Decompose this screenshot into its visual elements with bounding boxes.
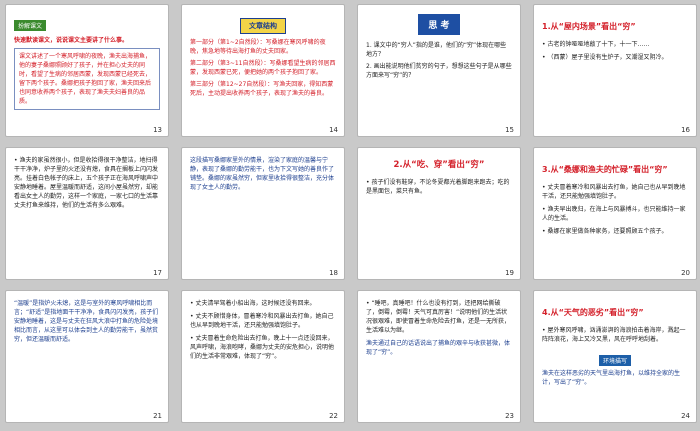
slide-18[interactable]: 这段描写桑娜家里外的情景，渲染了家庭的温馨与宁静，表现了桑娜的勤劳能干，也为下文… <box>181 147 345 280</box>
slide-13[interactable]: 扮解课文 快速默读课文，说说课文主要讲了什么事。 课文讲述了一个寒风呼啸的夜晚，… <box>5 4 169 137</box>
slide-16[interactable]: 1.从“屋内场景”看出“穷” • 古老的钟哑哑地敲了十下，十一下…… • （西蒙… <box>533 4 697 137</box>
slide-text: “温暖”是指炉火未熄，这是与室外的寒风呼啸相比而言；“舒适”是指地面干干净净，食… <box>14 300 159 343</box>
slide-number: 22 <box>329 412 338 420</box>
slide-number: 15 <box>505 126 514 134</box>
bullet-1: • 古老的钟哑哑地敲了十下，十一下…… <box>542 41 650 48</box>
slide-15[interactable]: 思 考 1. 课文中的“穷人”指的是谁，他们的“穷”体现在哪些地方？ 2. 画出… <box>357 4 521 137</box>
question-2: 2. 画出能说明他们贫穷的句子，想想这些句子是从哪些方面来写“穷”的？ <box>366 63 512 79</box>
slide-number: 24 <box>681 412 690 420</box>
slide-number: 14 <box>329 126 338 134</box>
env-tag: 环境描写 <box>598 355 631 366</box>
section-2: 第二部分（第3~11自然段）：写桑娜看望生病的邻居西蒙，发现西蒙已死，便把她的两… <box>190 60 336 76</box>
slide-title: 文章结构 <box>240 18 286 34</box>
bullet-1: • 屋外寒风呼啸，汹涌澎湃的海浪拍击着海岸，溅起一阵阵浪花，海上又冷又黑，风在呼… <box>542 327 686 343</box>
bullet-1: • 丈夫冒着寒冷和风暴出去打鱼，她自己也从早到晚地干活，还只能勉强填饱肚子。 <box>542 184 686 200</box>
slide-title: 4.从“天气的恶劣”看出“穷” <box>542 308 644 317</box>
bullet-2: • 丈夫不顾惜身体，冒着寒冷和风暴出去打鱼，她自己也从早到晚地干活，还只能勉强填… <box>190 313 334 329</box>
slide-title: 3.从“桑娜和渔夫的忙碌”看出“穷” <box>542 165 668 174</box>
section-3: 第三部分（第12~27自然段）：写渔夫回家，得知西蒙死后，主动提出收养两个孩子，… <box>190 81 334 97</box>
slide-23[interactable]: • “睡吧，真睡吧！什么也没有打到，还把网给撕破了，倒霉，倒霉！天气可真厉害！”… <box>357 290 521 423</box>
slide-number: 23 <box>505 412 514 420</box>
slide-17[interactable]: • 渔夫的家虽然很小，但是收拾得很干净整洁，地扫得干干净净，炉子里的火还没有熄，… <box>5 147 169 280</box>
bullet-1: • 丈夫清早驾着小船出海，这时候还没有回来。 <box>190 300 316 307</box>
slide-number: 16 <box>681 126 690 134</box>
summary-box: 课文讲述了一个寒风呼啸的夜晚，渔夫出海捕鱼，他的妻子桑娜照顾好了孩子，并在担心丈… <box>14 48 160 110</box>
slide-22[interactable]: • 丈夫清早驾着小船出海，这时候还没有回来。 • 丈夫不顾惜身体，冒着寒冷和风暴… <box>181 290 345 423</box>
slide-grid: 扮解课文 快速默读课文，说说课文主要讲了什么事。 课文讲述了一个寒风呼啸的夜晚，… <box>0 0 700 431</box>
bullet-3: • 桑娜在家里做各种家务，还要照顾五个孩子。 <box>542 228 668 235</box>
slide-title: 1.从“屋内场景”看出“穷” <box>542 22 636 31</box>
slide-extra: 渔夫通过自己的话语说出了捕鱼的艰辛与收获甚微，体现了“穷”。 <box>366 340 511 356</box>
slide-24[interactable]: 4.从“天气的恶劣”看出“穷” • 屋外寒风呼啸，汹涌澎湃的海浪拍击着海岸，溅起… <box>533 290 697 423</box>
slide-20[interactable]: 3.从“桑娜和渔夫的忙碌”看出“穷” • 丈夫冒着寒冷和风暴出去打鱼，她自己也从… <box>533 147 697 280</box>
bullet-1: • “睡吧，真睡吧！什么也没有打到，还把网给撕破了，倒霉，倒霉！天气可真厉害！”… <box>366 300 511 334</box>
slide-title: 快速默读课文，说说课文主要讲了什么事。 <box>14 37 129 44</box>
bullet-3: • 丈夫冒着生命危险出去打鱼，晚上十一点还没回来，风声呼啸，海浪咆哮，桑娜为丈夫… <box>190 335 335 360</box>
slide-21[interactable]: “温暖”是指炉火未熄，这是与室外的寒风呼啸相比而言；“舒适”是指地面干干净净，食… <box>5 290 169 423</box>
question-1: 1. 课文中的“穷人”指的是谁，他们的“穷”体现在哪些地方？ <box>366 42 507 58</box>
slide-extra: 渔夫在这样恶劣的天气里出海打鱼，以维持全家的生计，写出了“穷”。 <box>542 370 681 386</box>
slide-number: 20 <box>681 269 690 277</box>
slide-title: 2.从“吃、穿”看出“穷” <box>393 160 485 170</box>
bullet-1: • 孩子们没有鞋穿，不论冬夏都光着脚跑来跑去；吃的是黑面包，菜只有鱼。 <box>366 179 510 195</box>
slide-14[interactable]: 文章结构 第一部分（第1~2自然段）：写桑娜在寒风呼啸的夜晚，焦急地等待出海打鱼… <box>181 4 345 137</box>
slide-number: 21 <box>153 412 162 420</box>
slide-title: 思 考 <box>418 14 460 35</box>
slide-number: 13 <box>153 126 162 134</box>
bullet-2: • （西蒙）屋子里没有生炉子，又潮湿又阴冷。 <box>542 54 668 61</box>
summary-text: 课文讲述了一个寒风呼啸的夜晚，渔夫出海捕鱼，他的妻子桑娜照顾好了孩子，并在担心丈… <box>19 53 152 105</box>
slide-number: 17 <box>153 269 162 277</box>
slide-text: 这段描写桑娜家里外的情景，渲染了家庭的温馨与宁静，表现了桑娜的勤劳能干，也为下文… <box>190 157 335 191</box>
slide-text: • 渔夫的家虽然很小，但是收拾得很干净整洁，地扫得干干净净，炉子里的火还没有熄，… <box>14 157 159 209</box>
slide-tag: 扮解课文 <box>14 20 47 31</box>
section-1: 第一部分（第1~2自然段）：写桑娜在寒风呼啸的夜晚，焦急地等待出海打鱼的丈夫回家… <box>190 39 326 55</box>
slide-number: 19 <box>505 269 514 277</box>
slide-19[interactable]: 2.从“吃、穿”看出“穷” • 孩子们没有鞋穿，不论冬夏都光着脚跑来跑去；吃的是… <box>357 147 521 280</box>
bullet-2: • 渔夫早出晚归，在海上与风暴搏斗，也只能维持一家人的生活。 <box>542 206 686 222</box>
slide-number: 18 <box>329 269 338 277</box>
